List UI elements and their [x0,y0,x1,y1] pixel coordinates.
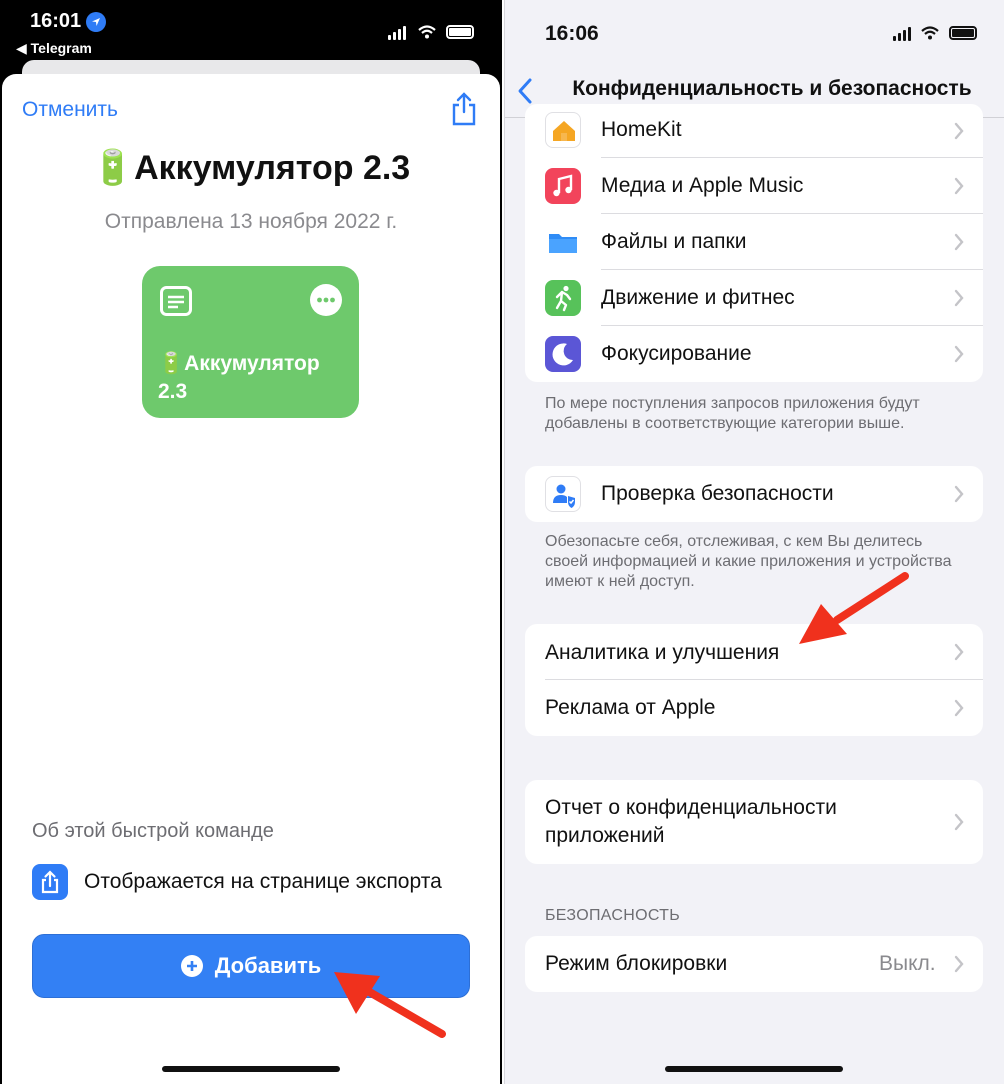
share-icon[interactable] [450,92,478,126]
safety-check-group: Проверка безопасности [525,466,983,522]
location-arrow-icon [86,12,106,32]
row-label: Файлы и папки [601,230,747,253]
row-label: Фокусирование [601,342,752,365]
moon-icon [545,336,581,372]
list-item-files-folders[interactable]: Файлы и папки [525,214,983,270]
chevron-right-icon [954,122,964,140]
battery-icon [949,26,977,40]
shortcut-title: 🔋Аккумулятор 2.3 [91,149,411,187]
row-label: Проверка безопасности [601,482,834,505]
row-value: Выкл. [879,952,936,975]
chevron-right-icon [954,643,964,661]
battery-icon [446,25,474,39]
chevron-right-icon [954,485,964,503]
chevron-right-icon [954,345,964,363]
tile-label: 🔋Аккумулятор 2.3 [158,352,320,403]
export-share-icon [32,864,68,900]
home-indicator [162,1066,340,1072]
list-item-focus[interactable]: Фокусирование [525,326,983,382]
security-group: Режим блокировки Выкл. [525,936,983,992]
sent-date: Отправлена 13 ноября 2022 г. [104,210,398,233]
chevron-right-icon [954,233,964,251]
chevron-right-icon [954,699,964,717]
row-label: Отчет о конфиденциальности приложений [545,796,837,847]
wifi-icon [418,25,436,39]
list-item-motion-fitness[interactable]: Движение и фитнес [525,270,983,326]
music-note-icon [545,168,581,204]
cellular-signal-icon [893,27,911,41]
back-chevron-icon[interactable] [515,76,535,106]
person-shield-icon [545,476,581,512]
list-item-privacy-report[interactable]: Отчет о конфиденциальности приложений [525,780,983,864]
right-phone-screen: 16:06 Конфиденциальность и безопасность … [504,0,1004,1084]
shortcut-tile[interactable]: 🔋Аккумулятор 2.3 [142,266,359,418]
home-indicator [665,1066,843,1072]
list-item-homekit[interactable]: HomeKit [525,104,983,158]
annotation-arrow-icon [799,572,909,644]
list-item-lockdown-mode[interactable]: Режим блокировки Выкл. [525,936,983,992]
row-label: Медиа и Apple Music [601,174,804,197]
status-time: 16:06 [545,22,599,45]
security-section-header: БЕЗОПАСНОСТЬ [545,907,681,924]
chevron-right-icon [954,289,964,307]
text-document-icon [160,286,192,316]
add-button-label: Добавить [214,953,322,978]
cellular-signal-icon [388,26,406,40]
apps-footer-note: По мере поступления запросов приложения … [545,395,920,432]
home-icon [545,112,581,148]
chevron-right-icon [954,955,964,973]
left-phone-screen: 16:01 ◀ Telegram Отменить 🔋Аккумулятор 2… [0,0,502,1084]
apps-access-group: HomeKit Медиа и Apple Music Файлы и папк… [525,104,983,382]
plus-circle-icon [180,955,203,977]
wifi-icon [921,26,939,40]
row-label: Движение и фитнес [601,286,795,309]
nav-title: Конфиденциальность и безопасность [572,77,972,100]
row-label: Режим блокировки [545,952,728,975]
list-item-apple-ads[interactable]: Реклама от Apple [525,680,983,736]
annotation-arrow-icon [334,972,446,1038]
export-description: Отображается на странице экспорта [84,870,442,893]
list-item-media-music[interactable]: Медиа и Apple Music [525,158,983,214]
running-figure-icon [545,280,581,316]
list-item-safety-check[interactable]: Проверка безопасности [525,466,983,522]
folder-icon [545,224,581,260]
row-label: Аналитика и улучшения [545,641,780,664]
chevron-right-icon [954,813,964,831]
cancel-button[interactable]: Отменить [22,98,118,122]
status-time: 16:01 [30,10,82,32]
about-heading: Об этой быстрой команде [32,820,274,842]
chevron-right-icon [954,177,964,195]
row-label: Реклама от Apple [545,696,716,719]
row-label: HomeKit [601,118,682,141]
back-to-app-link[interactable]: ◀ Telegram [16,40,92,57]
report-group: Отчет о конфиденциальности приложений [525,780,983,864]
more-options-icon[interactable] [310,284,342,316]
